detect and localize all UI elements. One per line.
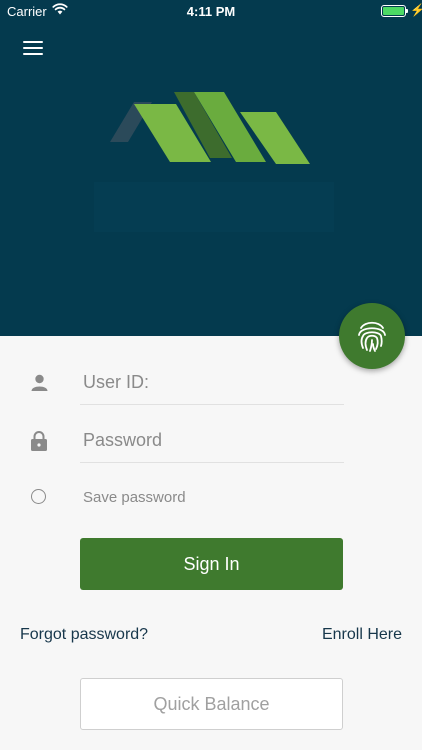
sign-in-button[interactable]: Sign In: [80, 538, 343, 590]
user-icon: [31, 374, 48, 391]
battery-icon: [381, 5, 406, 17]
charging-icon: ⚡: [410, 3, 422, 17]
password-input[interactable]: [80, 419, 344, 462]
quick-balance-button[interactable]: Quick Balance: [80, 678, 343, 730]
header-banner: Carrier 4:11 PM ⚡: [0, 0, 422, 336]
sign-in-label: Sign In: [183, 553, 240, 574]
status-time: 4:11 PM: [186, 4, 236, 19]
hamburger-menu-icon[interactable]: [23, 41, 43, 55]
lock-icon: [31, 431, 47, 451]
enroll-here-link[interactable]: Enroll Here: [322, 626, 402, 644]
password-field[interactable]: [80, 419, 344, 463]
fingerprint-icon: [358, 321, 386, 352]
save-password-label: Save password: [83, 489, 186, 506]
battery-tip: [406, 9, 408, 13]
forgot-password-link[interactable]: Forgot password?: [20, 626, 148, 644]
user-id-input[interactable]: [80, 361, 344, 404]
status-bar: Carrier 4:11 PM ⚡: [0, 0, 422, 22]
fingerprint-login-button[interactable]: [339, 303, 405, 369]
user-id-field[interactable]: [80, 361, 344, 405]
save-password-radio[interactable]: [31, 489, 46, 504]
brand-logo: [94, 92, 334, 232]
quick-balance-label: Quick Balance: [153, 693, 270, 714]
